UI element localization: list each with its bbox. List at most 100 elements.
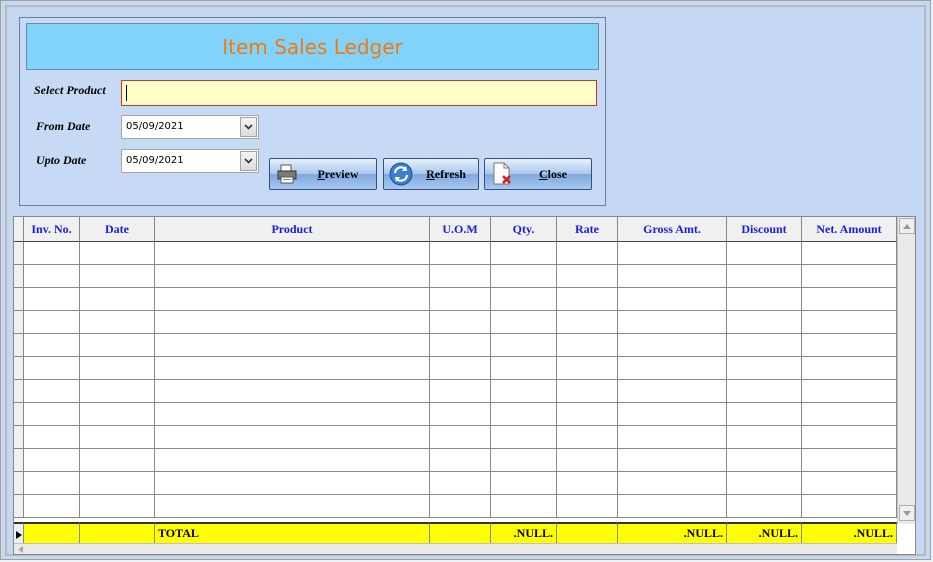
- table-cell[interactable]: [155, 403, 430, 426]
- table-cell[interactable]: [727, 357, 802, 380]
- table-cell[interactable]: [24, 472, 80, 495]
- table-cell[interactable]: [491, 357, 557, 380]
- table-cell[interactable]: [557, 357, 618, 380]
- column-header[interactable]: U.O.M: [430, 217, 491, 242]
- table-cell[interactable]: [80, 265, 155, 288]
- column-header[interactable]: Gross Amt.: [618, 217, 727, 242]
- table-cell[interactable]: [557, 472, 618, 495]
- table-cell[interactable]: [618, 426, 727, 449]
- table-cell[interactable]: [430, 472, 491, 495]
- row-selector[interactable]: [14, 288, 24, 311]
- column-header[interactable]: Net. Amount: [802, 217, 897, 242]
- table-cell[interactable]: [802, 357, 897, 380]
- table-cell[interactable]: [727, 380, 802, 403]
- table-cell[interactable]: [80, 426, 155, 449]
- table-cell[interactable]: [491, 242, 557, 265]
- table-cell[interactable]: [727, 403, 802, 426]
- refresh-button[interactable]: Refresh: [383, 158, 479, 190]
- from-date-dropdown-button[interactable]: [240, 117, 257, 137]
- table-cell[interactable]: [557, 334, 618, 357]
- table-cell[interactable]: [727, 265, 802, 288]
- table-cell[interactable]: [430, 357, 491, 380]
- table-cell[interactable]: [557, 426, 618, 449]
- table-cell[interactable]: [80, 357, 155, 380]
- table-cell[interactable]: [80, 242, 155, 265]
- table-cell[interactable]: [727, 288, 802, 311]
- table-cell[interactable]: [80, 472, 155, 495]
- upto-date-picker[interactable]: 05/09/2021: [121, 149, 259, 173]
- table-cell[interactable]: [24, 334, 80, 357]
- table-cell[interactable]: [491, 403, 557, 426]
- table-cell[interactable]: [727, 472, 802, 495]
- row-selector[interactable]: [14, 242, 24, 265]
- table-cell[interactable]: [557, 265, 618, 288]
- table-cell[interactable]: [618, 495, 727, 518]
- table-cell[interactable]: [491, 380, 557, 403]
- table-cell[interactable]: [802, 311, 897, 334]
- preview-button[interactable]: Preview: [269, 158, 377, 190]
- row-selector[interactable]: [14, 311, 24, 334]
- table-cell[interactable]: [155, 495, 430, 518]
- table-cell[interactable]: [430, 426, 491, 449]
- close-button[interactable]: Close: [484, 158, 592, 190]
- total-row-selector[interactable]: [14, 522, 24, 544]
- table-cell[interactable]: [491, 472, 557, 495]
- table-cell[interactable]: [155, 242, 430, 265]
- scroll-down-button[interactable]: [899, 505, 915, 521]
- table-cell[interactable]: [727, 334, 802, 357]
- table-cell[interactable]: [491, 334, 557, 357]
- table-cell[interactable]: [80, 334, 155, 357]
- table-cell[interactable]: [618, 449, 727, 472]
- table-cell[interactable]: [430, 334, 491, 357]
- table-cell[interactable]: [802, 380, 897, 403]
- table-cell[interactable]: [430, 403, 491, 426]
- table-cell[interactable]: [727, 311, 802, 334]
- table-cell[interactable]: [155, 449, 430, 472]
- table-cell[interactable]: [430, 495, 491, 518]
- table-cell[interactable]: [24, 426, 80, 449]
- table-cell[interactable]: [557, 288, 618, 311]
- table-cell[interactable]: [24, 288, 80, 311]
- upto-date-dropdown-button[interactable]: [240, 151, 257, 171]
- table-cell[interactable]: [491, 426, 557, 449]
- table-cell[interactable]: [430, 380, 491, 403]
- table-cell[interactable]: [802, 265, 897, 288]
- table-cell[interactable]: [491, 495, 557, 518]
- table-cell[interactable]: [802, 449, 897, 472]
- table-cell[interactable]: [618, 242, 727, 265]
- column-header[interactable]: Product: [155, 217, 430, 242]
- row-selector[interactable]: [14, 495, 24, 518]
- ledger-grid[interactable]: Inv. No. Date Product U.O.M Qty. Rate Gross Am…: [13, 216, 916, 555]
- table-cell[interactable]: [618, 265, 727, 288]
- table-cell[interactable]: [80, 380, 155, 403]
- table-cell[interactable]: [155, 288, 430, 311]
- table-cell[interactable]: [618, 472, 727, 495]
- table-cell[interactable]: [430, 265, 491, 288]
- table-cell[interactable]: [802, 426, 897, 449]
- table-cell[interactable]: [802, 288, 897, 311]
- from-date-picker[interactable]: 05/09/2021: [121, 115, 259, 139]
- table-cell[interactable]: [618, 311, 727, 334]
- table-cell[interactable]: [24, 311, 80, 334]
- table-cell[interactable]: [155, 472, 430, 495]
- table-cell[interactable]: [802, 472, 897, 495]
- table-cell[interactable]: [155, 265, 430, 288]
- table-cell[interactable]: [557, 242, 618, 265]
- row-selector[interactable]: [14, 380, 24, 403]
- table-cell[interactable]: [618, 334, 727, 357]
- scroll-up-button[interactable]: [899, 218, 915, 234]
- row-selector[interactable]: [14, 472, 24, 495]
- row-selector[interactable]: [14, 426, 24, 449]
- row-selector[interactable]: [14, 334, 24, 357]
- table-cell[interactable]: [80, 449, 155, 472]
- table-cell[interactable]: [727, 495, 802, 518]
- table-cell[interactable]: [155, 334, 430, 357]
- row-selector[interactable]: [14, 357, 24, 380]
- table-cell[interactable]: [802, 403, 897, 426]
- table-cell[interactable]: [618, 403, 727, 426]
- table-cell[interactable]: [618, 288, 727, 311]
- table-cell[interactable]: [24, 242, 80, 265]
- table-cell[interactable]: [430, 449, 491, 472]
- table-cell[interactable]: [155, 357, 430, 380]
- table-cell[interactable]: [557, 311, 618, 334]
